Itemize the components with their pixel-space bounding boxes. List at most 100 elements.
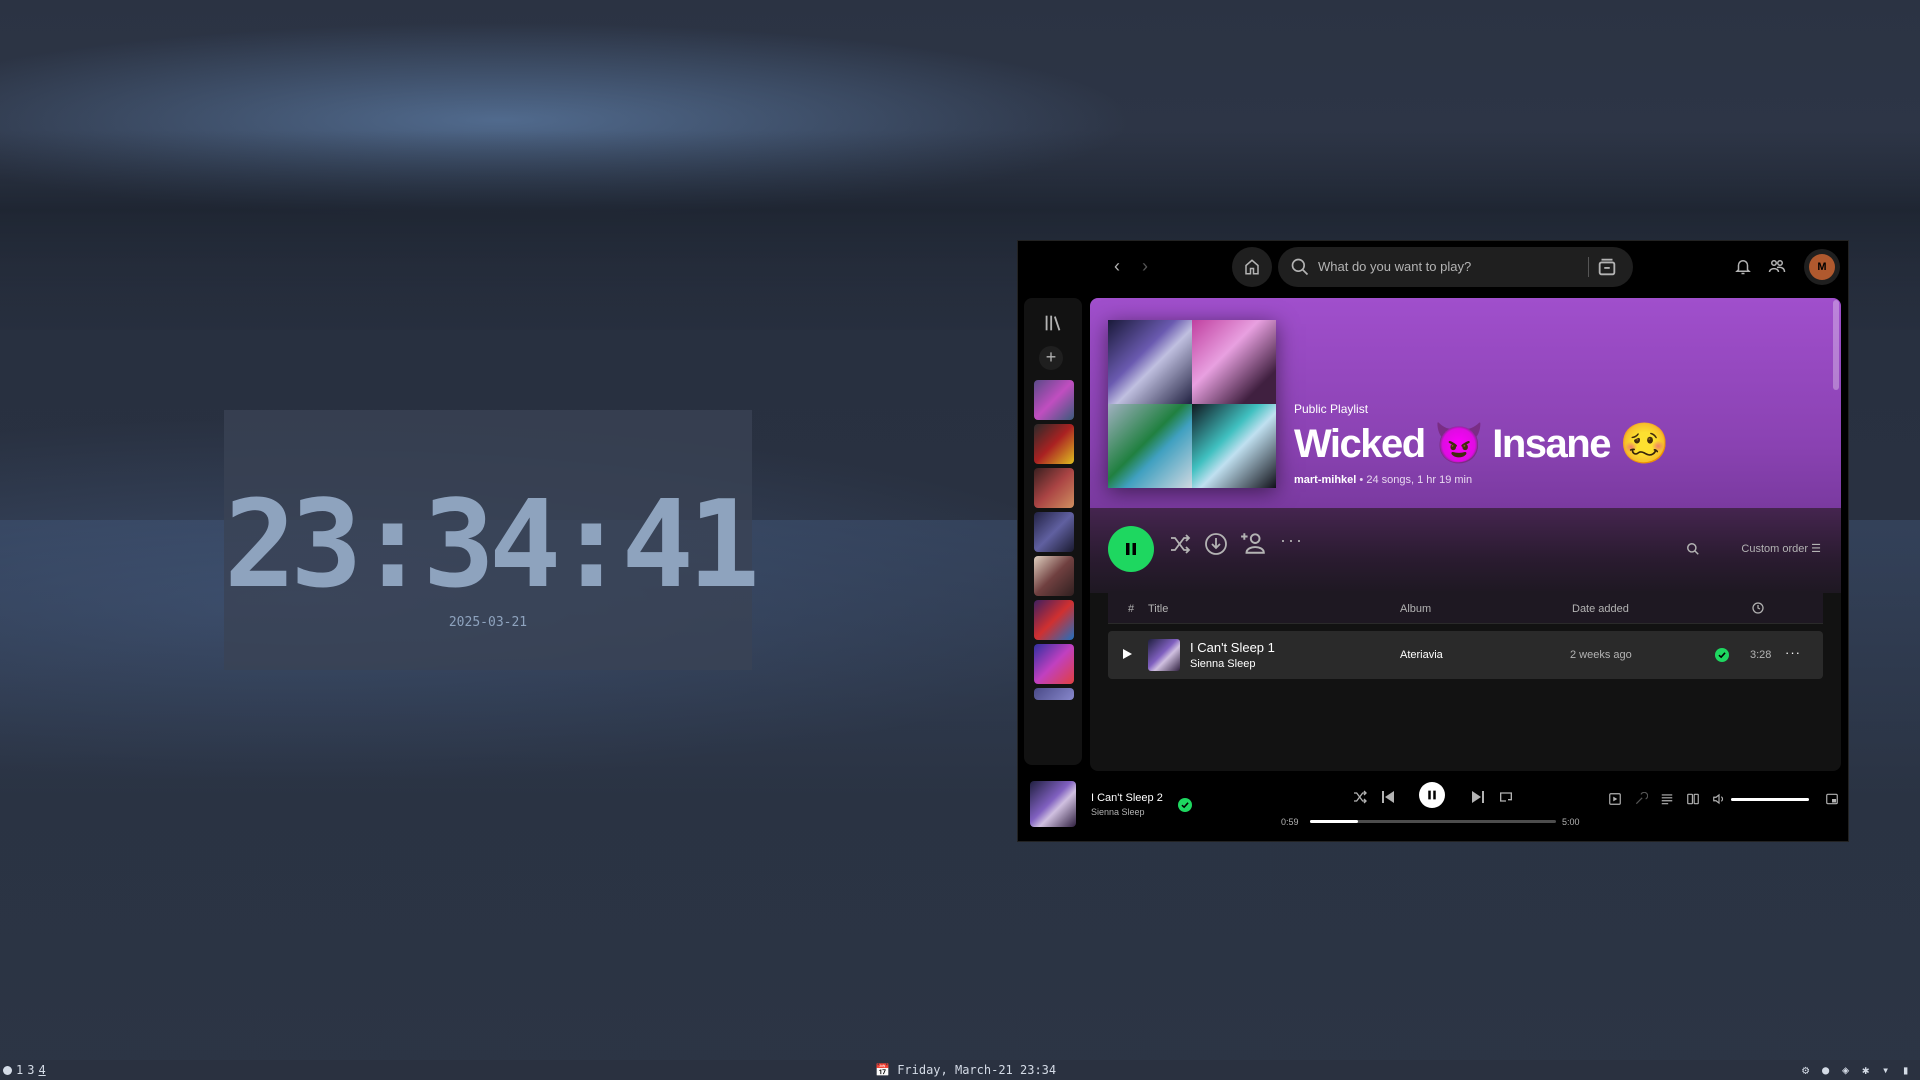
search-placeholder: What do you want to play? [1318,259,1472,274]
lyrics-icon[interactable] [1634,792,1648,806]
list-icon: ☰ [1811,543,1821,555]
elapsed-time: 0:59 [1281,817,1299,827]
taskbar-clock[interactable]: 📅 Friday, March-21 23:34 [875,1063,1056,1077]
library-item-thumbnail[interactable] [1034,688,1074,700]
library-item-thumbnail[interactable] [1034,600,1074,640]
playlist-type: Public Playlist [1294,402,1369,416]
previous-track-icon[interactable] [1380,789,1396,805]
play-icon[interactable] [1121,648,1133,660]
workspace-3[interactable]: 3 [27,1063,34,1077]
playlist-owner[interactable]: mart-mihkel [1294,474,1356,486]
user-avatar[interactable]: M [1804,249,1840,285]
pause-icon [1428,790,1436,800]
now-playing-thumbnail[interactable] [1030,781,1076,827]
friend-activity-icon[interactable] [1768,257,1786,275]
track-title[interactable]: I Can't Sleep 1 [1190,640,1275,655]
network-icon[interactable]: ● [1822,1063,1832,1077]
workspace-4[interactable]: 4 [38,1063,45,1077]
pause-button[interactable] [1108,526,1154,572]
now-playing-bar: I Can't Sleep 2 Sienna Sleep 0:59 5:00 [1018,771,1848,841]
playlist-title: Wicked 😈 Insane 🥴 [1294,422,1669,466]
table-row[interactable]: I Can't Sleep 1 Sienna Sleep Ateriavia 2… [1108,631,1823,679]
playlist-view: Public Playlist Wicked 😈 Insane 🥴 mart-m… [1090,298,1841,771]
volume-icon[interactable] [1712,792,1726,806]
playlist-cover[interactable] [1108,320,1276,488]
saved-check-icon[interactable] [1715,648,1729,662]
clock-date: 2025-03-21 [448,615,528,630]
library-item-thumbnail[interactable] [1034,556,1074,596]
scrollbar[interactable] [1833,300,1839,390]
desktop-clock-widget: 23:34:41 2025-03-21 [224,410,760,670]
total-time: 5:00 [1562,817,1580,827]
library-item-thumbnail[interactable] [1034,424,1074,464]
workspace-1[interactable]: 1 [16,1063,23,1077]
settings-icon[interactable]: ⚙ [1802,1063,1812,1077]
column-album[interactable]: Album [1400,603,1431,615]
saved-check-icon[interactable] [1178,798,1192,812]
track-album[interactable]: Ateriavia [1400,649,1443,661]
back-icon[interactable]: ‹ [1106,255,1128,277]
library-item-thumbnail[interactable] [1034,644,1074,684]
shuffle-icon[interactable] [1168,532,1192,556]
volume-fill [1731,798,1809,801]
progress-bar[interactable] [1310,820,1556,823]
bluetooth-icon[interactable]: ✱ [1862,1063,1872,1077]
track-thumbnail [1148,639,1180,671]
invite-collaborator-icon[interactable] [1240,530,1266,556]
volume-tray-icon[interactable]: ▾ [1882,1063,1892,1077]
library-icon[interactable] [1042,312,1064,334]
system-tray: ⚙ ● ◈ ✱ ▾ ▮ [1802,1063,1912,1077]
calendar-icon: 📅 [875,1063,890,1077]
playlist-stats: • 24 songs, 1 hr 19 min [1356,474,1473,486]
notifications-bell-icon[interactable] [1734,257,1752,275]
search-divider [1588,257,1589,277]
home-button[interactable] [1232,247,1272,287]
queue-icon[interactable] [1660,792,1674,806]
avatar-initial: M [1809,254,1835,280]
playlist-meta: mart-mihkel • 24 songs, 1 hr 19 min [1294,474,1472,486]
volume-slider[interactable] [1731,798,1809,801]
sort-dropdown[interactable]: Custom order ☰ [1741,542,1821,555]
library-sidebar: + [1024,298,1082,765]
more-options-icon[interactable]: ··· [1280,530,1304,551]
cover-tile [1192,320,1276,404]
play-pause-button[interactable] [1419,782,1445,808]
browse-icon[interactable] [1596,256,1618,278]
forward-icon[interactable]: › [1134,255,1156,277]
column-date-added[interactable]: Date added [1572,603,1629,615]
mini-player-icon[interactable] [1825,792,1839,806]
top-bar: ‹ › What do you want to play? M [1018,241,1848,293]
search-in-playlist-icon[interactable] [1686,542,1700,556]
track-artist[interactable]: Sienna Sleep [1190,658,1255,670]
clock-time: 23:34:41 [224,476,760,615]
wifi-icon[interactable]: ◈ [1842,1063,1852,1077]
library-item-thumbnail[interactable] [1034,380,1074,420]
progress-fill [1310,820,1359,823]
pause-icon [1126,543,1136,555]
duration-clock-icon [1752,602,1764,614]
now-playing-artist[interactable]: Sienna Sleep [1091,807,1145,817]
track-duration: 3:28 [1750,649,1772,661]
playlist-actions: ··· Custom order ☰ [1090,508,1841,593]
now-playing-title[interactable]: I Can't Sleep 2 [1091,792,1163,804]
connect-device-icon[interactable] [1686,792,1700,806]
repeat-icon[interactable] [1498,789,1514,805]
battery-icon[interactable]: ▮ [1902,1063,1912,1077]
taskbar-datetime: Friday, March-21 23:34 [897,1063,1057,1077]
next-track-icon[interactable] [1470,789,1486,805]
taskbar: 1 3 4 📅 Friday, March-21 23:34 ⚙ ● ◈ ✱ ▾… [0,1060,1920,1080]
workspace-switcher: 1 3 4 [3,1063,46,1077]
shuffle-icon[interactable] [1352,789,1368,805]
download-icon[interactable] [1204,532,1228,556]
column-title[interactable]: Title [1148,603,1168,615]
create-playlist-button[interactable]: + [1039,346,1063,370]
now-playing-view-icon[interactable] [1608,792,1622,806]
cover-tile [1108,404,1192,488]
track-more-icon[interactable]: ··· [1785,645,1801,660]
workspace-indicator-icon [3,1065,12,1075]
playlist-header: Public Playlist Wicked 😈 Insane 🥴 mart-m… [1090,298,1841,508]
library-item-thumbnail[interactable] [1034,468,1074,508]
library-item-thumbnail[interactable] [1034,512,1074,552]
search-input[interactable]: What do you want to play? [1278,247,1633,287]
tracklist-header: # Title Album Date added [1108,593,1823,624]
